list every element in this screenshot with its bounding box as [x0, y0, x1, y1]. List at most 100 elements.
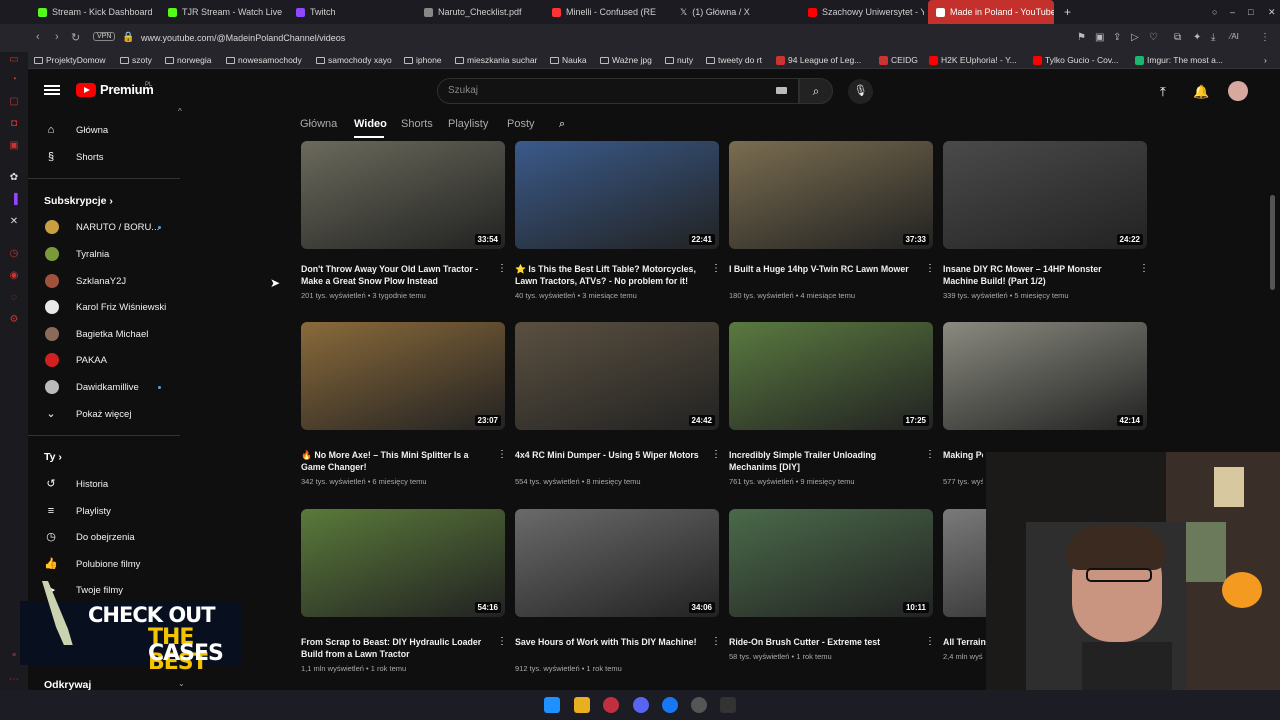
download-icon[interactable]: ⤓	[1211, 32, 1215, 43]
sidebar-item-shorts[interactable]: § Shorts	[28, 146, 186, 168]
tab-home[interactable]: Główna	[300, 118, 337, 130]
video-thumbnail[interactable]: 23:07	[301, 322, 505, 430]
video-menu-icon[interactable]: ⋮	[497, 263, 507, 274]
tab-shorts[interactable]: Shorts	[401, 118, 433, 130]
sidebar-item-sub[interactable]: Tyralnia	[28, 243, 186, 265]
app-icon[interactable]	[691, 697, 707, 713]
notifications-icon[interactable]: 🔔	[1193, 84, 1209, 100]
bookmark-item[interactable]: iphone	[404, 55, 442, 65]
back-icon[interactable]: ‹	[36, 31, 40, 43]
video-card[interactable]: 22:41 ⭐ Is This the Best Lift Table? Moto…	[515, 141, 721, 311]
browser-tab[interactable]: TJR Stream - Watch Live c	[160, 0, 284, 24]
puzzle-icon[interactable]: ✦	[1193, 32, 1201, 43]
video-title[interactable]: Ride-On Brush Cutter - Extreme test	[729, 636, 915, 648]
video-card[interactable]: 24:42 4x4 RC Mini Dumper - Using 5 Wiper …	[515, 322, 721, 492]
bookmark-item[interactable]: 94 League of Leg...	[776, 55, 861, 65]
sidebar-item-sub[interactable]: NARUTO / BORU...	[28, 216, 186, 238]
video-card[interactable]: 33:54 Don't Throw Away Your Old Lawn Trac…	[301, 141, 507, 311]
bookmark-item[interactable]: nowesamochody	[226, 55, 302, 65]
video-title[interactable]: Incredibly Simple Trailer Unloading Mech…	[729, 449, 915, 473]
video-menu-icon[interactable]: ⋮	[925, 636, 935, 647]
video-title[interactable]: ⭐ Is This the Best Lift Table? Motorcycl…	[515, 263, 701, 287]
video-thumbnail[interactable]: 34:06	[515, 509, 719, 617]
mic-button[interactable]: 🎙	[848, 79, 873, 104]
sidebar-item-icon[interactable]: ≡	[8, 650, 20, 662]
new-tab-button[interactable]: +	[1056, 0, 1072, 24]
reload-icon[interactable]: ↻	[71, 31, 80, 44]
bookmark-item[interactable]: norwegia	[165, 55, 212, 65]
twitch-icon[interactable]: ▐	[8, 194, 20, 206]
video-menu-icon[interactable]: ⋮	[925, 449, 935, 460]
browser-tab[interactable]: 𝕏 (1) Główna / X	[672, 0, 796, 24]
video-menu-icon[interactable]: ⋮	[497, 636, 507, 647]
video-thumbnail[interactable]: 37:33	[729, 141, 933, 249]
sidebar-item-sub[interactable]: PAKAA	[28, 349, 186, 371]
video-thumbnail[interactable]: 54:16	[301, 509, 505, 617]
bookmarks-more-icon[interactable]: ›	[1264, 55, 1267, 65]
minimize-icon[interactable]: –	[1222, 0, 1238, 24]
sidebar-item-liked[interactable]: 👍 Polubione filmy	[28, 553, 186, 575]
messenger-icon[interactable]: ◘	[8, 118, 20, 130]
video-menu-icon[interactable]: ⋮	[1139, 263, 1149, 274]
browser-tab[interactable]: Minelli - Confused (RE	[544, 0, 668, 24]
bookmark-item[interactable]: mieszkania suchar	[455, 55, 537, 65]
video-title[interactable]: From Scrap to Beast: DIY Hydraulic Loade…	[301, 636, 487, 660]
bookmark-item[interactable]: CEIDG	[879, 55, 918, 65]
video-thumbnail[interactable]: 24:42	[515, 322, 719, 430]
url-field[interactable]: www.youtube.com/@MadeinPolandChannel/vid…	[141, 33, 345, 43]
ad-overlay[interactable]: CHECK OUT THE BEST CASES	[20, 581, 242, 675]
video-thumbnail[interactable]: 42:14	[943, 322, 1147, 430]
search-button[interactable]: ⌕	[799, 78, 833, 104]
bag-icon[interactable]: ▢	[8, 96, 20, 108]
video-title[interactable]: 4x4 RC Mini Dumper - Using 5 Wiper Motor…	[515, 449, 701, 461]
download-icon[interactable]: ◌	[8, 292, 20, 304]
bookmark-item[interactable]: Ważne jpg	[600, 55, 652, 65]
more-icon[interactable]: ⋯	[8, 674, 20, 686]
extensions-icon[interactable]: ⧉	[1174, 32, 1181, 43]
settings-icon[interactable]: ⚙	[8, 314, 20, 326]
tab-playlists[interactable]: Playlisty	[448, 118, 488, 130]
sidebar-item-playlists[interactable]: ≡ Playlisty	[28, 500, 186, 522]
video-card[interactable]: 34:06 Save Hours of Work with This DIY Ma…	[515, 509, 721, 679]
video-card[interactable]: 54:16 From Scrap to Beast: DIY Hydraulic …	[301, 509, 507, 679]
bookmark-item[interactable]: Tylko Gucio - Cov...	[1033, 55, 1119, 65]
snapshot-icon[interactable]: ▣	[1095, 32, 1104, 43]
browser-tab[interactable]: Stream - Kick Dashboard	[30, 0, 156, 24]
bookmark-item[interactable]: samochody xayo	[316, 55, 392, 65]
file-explorer-icon[interactable]	[574, 697, 590, 713]
bookmark-item[interactable]: H2K EUphoria! - Y...	[929, 55, 1017, 65]
home-icon[interactable]: ▭	[8, 54, 20, 66]
close-icon[interactable]: ✕	[1260, 0, 1276, 24]
sidebar-item-sub[interactable]: SzklanaY2J	[28, 270, 186, 292]
sidebar-item-sub[interactable]: Dawidkamillive	[28, 376, 186, 398]
heart-icon[interactable]: ♡	[1149, 32, 1158, 43]
you-header[interactable]: Ty ›	[44, 451, 62, 463]
bookmark-item[interactable]: Imgur: The most a...	[1135, 55, 1223, 65]
video-menu-icon[interactable]: ⋮	[711, 263, 721, 274]
search-tabs-icon[interactable]: ○	[1204, 0, 1220, 24]
share-icon[interactable]: ⇪	[1113, 32, 1121, 43]
video-menu-icon[interactable]: ⋮	[711, 636, 721, 647]
browser-tab[interactable]: Szachowy Uniwersytet - Y	[800, 0, 924, 24]
menu-icon[interactable]	[44, 83, 60, 97]
video-card[interactable]: 17:25 Incredibly Simple Trailer Unloading…	[729, 322, 935, 492]
discord-icon[interactable]	[633, 697, 649, 713]
maximize-icon[interactable]: □	[1240, 0, 1256, 24]
video-title[interactable]: Insane DIY RC Mower – 14HP Monster Machi…	[943, 263, 1129, 287]
scroll-down-icon[interactable]: ⌄	[178, 679, 185, 688]
menu-icon[interactable]: ⋮	[1260, 32, 1270, 43]
ai-button[interactable]: ⁄AI	[1230, 32, 1239, 41]
browser-tab[interactable]: Twitch	[288, 0, 408, 24]
video-menu-icon[interactable]: ⋮	[711, 449, 721, 460]
sidebar-item-sub[interactable]: Bagietka Michael	[28, 323, 186, 345]
sidebar-item-sub[interactable]: Karol Friz Wiśniewski	[28, 296, 186, 318]
browser-tab-active[interactable]: Made in Poland - YouTube	[928, 0, 1054, 24]
show-more-button[interactable]: ⌄ Pokaż więcej	[28, 403, 186, 425]
video-thumbnail[interactable]: 10:11	[729, 509, 933, 617]
video-thumbnail[interactable]: 24:22	[943, 141, 1147, 249]
vpn-badge[interactable]: VPN	[93, 32, 116, 41]
video-title[interactable]: Don't Throw Away Your Old Lawn Tractor -…	[301, 263, 487, 287]
bookmark-item[interactable]: tweety do rt	[706, 55, 762, 65]
player-icon[interactable]: ◉	[8, 270, 20, 282]
clock-icon[interactable]: ◷	[8, 248, 20, 260]
